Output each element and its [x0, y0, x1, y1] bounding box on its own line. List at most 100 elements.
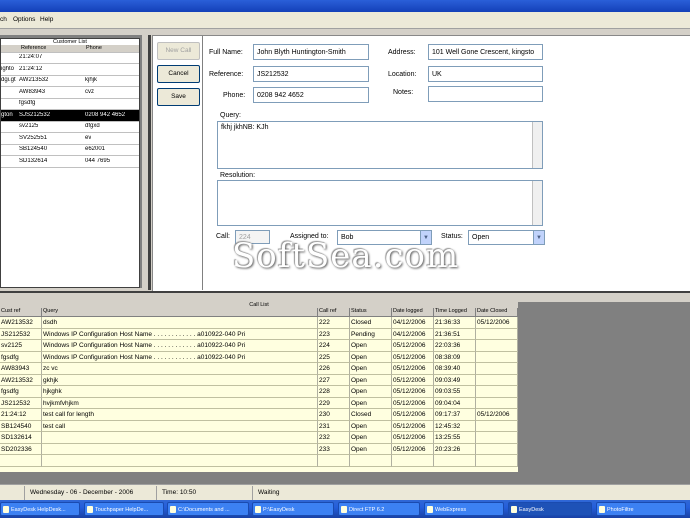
phone-field[interactable]: 0208 942 4652	[253, 87, 369, 103]
call-row[interactable]: SD202336 233 Open 05/12/2006 20:23:26	[0, 443, 518, 455]
address-field[interactable]: 101 Well Gone Crescent, kingsto	[428, 44, 543, 60]
call-number-label: Call:	[216, 233, 231, 240]
cust-ref-cell: SB124540	[0, 420, 42, 432]
taskbar-button[interactable]: EasyDesk	[508, 502, 592, 516]
column-header-cust-ref[interactable]: Cust ref	[0, 308, 42, 317]
column-header-time-logged[interactable]: Time Logged	[434, 308, 476, 317]
menu-help[interactable]: Help	[40, 16, 53, 23]
query-cell	[42, 455, 318, 467]
query-cell	[42, 432, 318, 444]
column-header-phone[interactable]: Phone	[86, 45, 102, 51]
time-logged-cell: 09:03:49	[434, 374, 476, 386]
cancel-button[interactable]: Cancel	[157, 65, 200, 83]
taskbar-button[interactable]: Direct FTP 6.2	[338, 502, 420, 516]
status-dropdown[interactable]: Open ▼	[468, 230, 545, 245]
call-list-table[interactable]: Call List Cust ref Query Call ref Status Dat…	[0, 302, 518, 472]
customer-list[interactable]: Customer List Reference Phone 21:24:07 ig…	[0, 38, 140, 288]
call-ref-cell	[318, 455, 350, 467]
taskbar-button[interactable]: Touchpaper HelpDe...	[84, 502, 164, 516]
query-cell: Windows IP Configuration Host Name . . .…	[42, 340, 318, 352]
call-row[interactable]: AW213532 dsdh 222 Closed 04/12/2006 21:36:33 0…	[0, 317, 518, 329]
cust-ref-cell: sv2125	[0, 340, 42, 352]
customer-row[interactable]: SV252551 ev	[1, 133, 139, 145]
customer-row[interactable]: dgi.gt AW213532 kjhjk	[1, 75, 139, 87]
call-row[interactable]: fgsdfg Windows IP Configuration Host Name…	[0, 351, 518, 363]
time-logged-cell: 08:39:40	[434, 363, 476, 375]
resolution-scrollbar[interactable]	[532, 181, 542, 225]
taskbar-button[interactable]: WebExpress	[424, 502, 504, 516]
customer-row[interactable]: ighto 21:24:12	[1, 64, 139, 76]
call-ref-cell: 228	[318, 386, 350, 398]
time-logged-cell: 09:03:55	[434, 386, 476, 398]
call-ref-cell: 225	[318, 351, 350, 363]
window-title-bar	[0, 0, 690, 12]
column-header-date-closed[interactable]: Date Closed	[476, 308, 518, 317]
menu-options[interactable]: Options	[13, 16, 35, 23]
notes-field[interactable]	[428, 86, 543, 102]
column-header-status[interactable]: Status	[350, 308, 392, 317]
call-row[interactable]: AW213532 gkhjk 227 Open 05/12/2006 09:03:49	[0, 374, 518, 386]
full-name-field[interactable]: John Blyth Huntington-Smith	[253, 44, 369, 60]
status-cell: Open	[350, 443, 392, 455]
call-row[interactable]: fgsdfg hjkghk 228 Open 05/12/2006 09:03:55	[0, 386, 518, 398]
watermark: SoftSea.com	[232, 236, 460, 276]
call-row[interactable]: 21:24:12 test call for length 230 Closed 05/…	[0, 409, 518, 421]
taskbar-button[interactable]: C:\Documents and ...	[167, 502, 249, 516]
new-call-button[interactable]: New Call	[157, 42, 200, 60]
date-closed-cell	[476, 443, 518, 455]
customer-row[interactable]: SD132614 044 7695	[1, 156, 139, 168]
date-closed-cell	[476, 420, 518, 432]
column-header-call-ref[interactable]: Call ref	[318, 308, 350, 317]
query-cell: test call	[42, 420, 318, 432]
query-cell: Windows IP Configuration Host Name . . .…	[42, 328, 318, 340]
taskbar-button[interactable]: P:\EasyDesk	[252, 502, 334, 516]
chevron-down-icon[interactable]: ▼	[533, 231, 544, 244]
time-logged-cell: 09:17:37	[434, 409, 476, 421]
column-header-reference[interactable]: Reference	[21, 45, 46, 51]
query-textarea[interactable]: fkhj jkhNB: KJh	[217, 121, 543, 169]
cust-ref-cell: AW213532	[0, 317, 42, 329]
call-row[interactable]	[0, 455, 518, 467]
call-row[interactable]: SB124540 test call 231 Open 05/12/2006 12:45:…	[0, 420, 518, 432]
customer-row[interactable]: SB124540 e62001	[1, 144, 139, 156]
call-row[interactable]: JS212532 hvjkmfvhjkm 229 Open 05/12/2006 09:0…	[0, 397, 518, 409]
call-row[interactable]: AW83943 zc vc 226 Open 05/12/2006 08:39:40	[0, 363, 518, 375]
customer-phone-cell: 0208 942 4652	[85, 111, 126, 118]
cust-ref-cell: AW83943	[0, 363, 42, 375]
menu-search[interactable]: ch	[0, 16, 7, 23]
location-field[interactable]: UK	[428, 66, 543, 82]
call-list-panel: Call List Cust ref Query Call ref Status Dat…	[0, 302, 690, 484]
column-header-date-logged[interactable]: Date logged	[392, 308, 434, 317]
reference-field[interactable]: JS212532	[253, 66, 369, 82]
call-row[interactable]: sv2125 Windows IP Configuration Host Name…	[0, 340, 518, 352]
customer-reference-cell: sv2125	[19, 123, 39, 129]
call-row[interactable]: SD132614 232 Open 05/12/2006 13:25:55	[0, 432, 518, 444]
customer-phone-cell: dfgxd	[85, 123, 100, 129]
panel-splitter[interactable]	[148, 35, 151, 290]
query-cell: hjkghk	[42, 386, 318, 398]
customer-row[interactable]: AW83943 cvz	[1, 87, 139, 99]
date-closed-cell	[476, 397, 518, 409]
time-logged-cell: 12:45:32	[434, 420, 476, 432]
customer-row[interactable]: 21:24:07	[1, 52, 139, 64]
address-label: Address:	[388, 49, 416, 56]
status-value: Open	[472, 234, 490, 241]
phone-label: Phone:	[223, 92, 246, 99]
call-ref-cell: 224	[318, 340, 350, 352]
resolution-textarea[interactable]	[217, 180, 543, 226]
customer-phone-cell: kjhjk	[85, 77, 98, 83]
taskbar-button[interactable]: PhotoFiltre	[596, 502, 686, 516]
cust-ref-cell: fgsdfg	[0, 386, 42, 398]
query-scrollbar[interactable]	[532, 122, 542, 168]
column-header-query[interactable]: Query	[42, 308, 318, 317]
customer-row[interactable]: fgsdfg	[1, 98, 139, 110]
save-button[interactable]: Save	[157, 88, 200, 106]
status-cell: Closed	[350, 317, 392, 329]
status-cell: Open	[350, 340, 392, 352]
app-icon	[170, 506, 176, 513]
date-closed-cell	[476, 455, 518, 467]
customer-row[interactable]: sv2125 dfgxd	[1, 121, 139, 133]
call-row[interactable]: JS212532 Windows IP Configuration Host Na…	[0, 328, 518, 340]
taskbar-button[interactable]: EasyDesk HelpDesk...	[0, 502, 80, 516]
customer-row[interactable]: gton SJS212532 0208 942 4652	[1, 109, 139, 122]
